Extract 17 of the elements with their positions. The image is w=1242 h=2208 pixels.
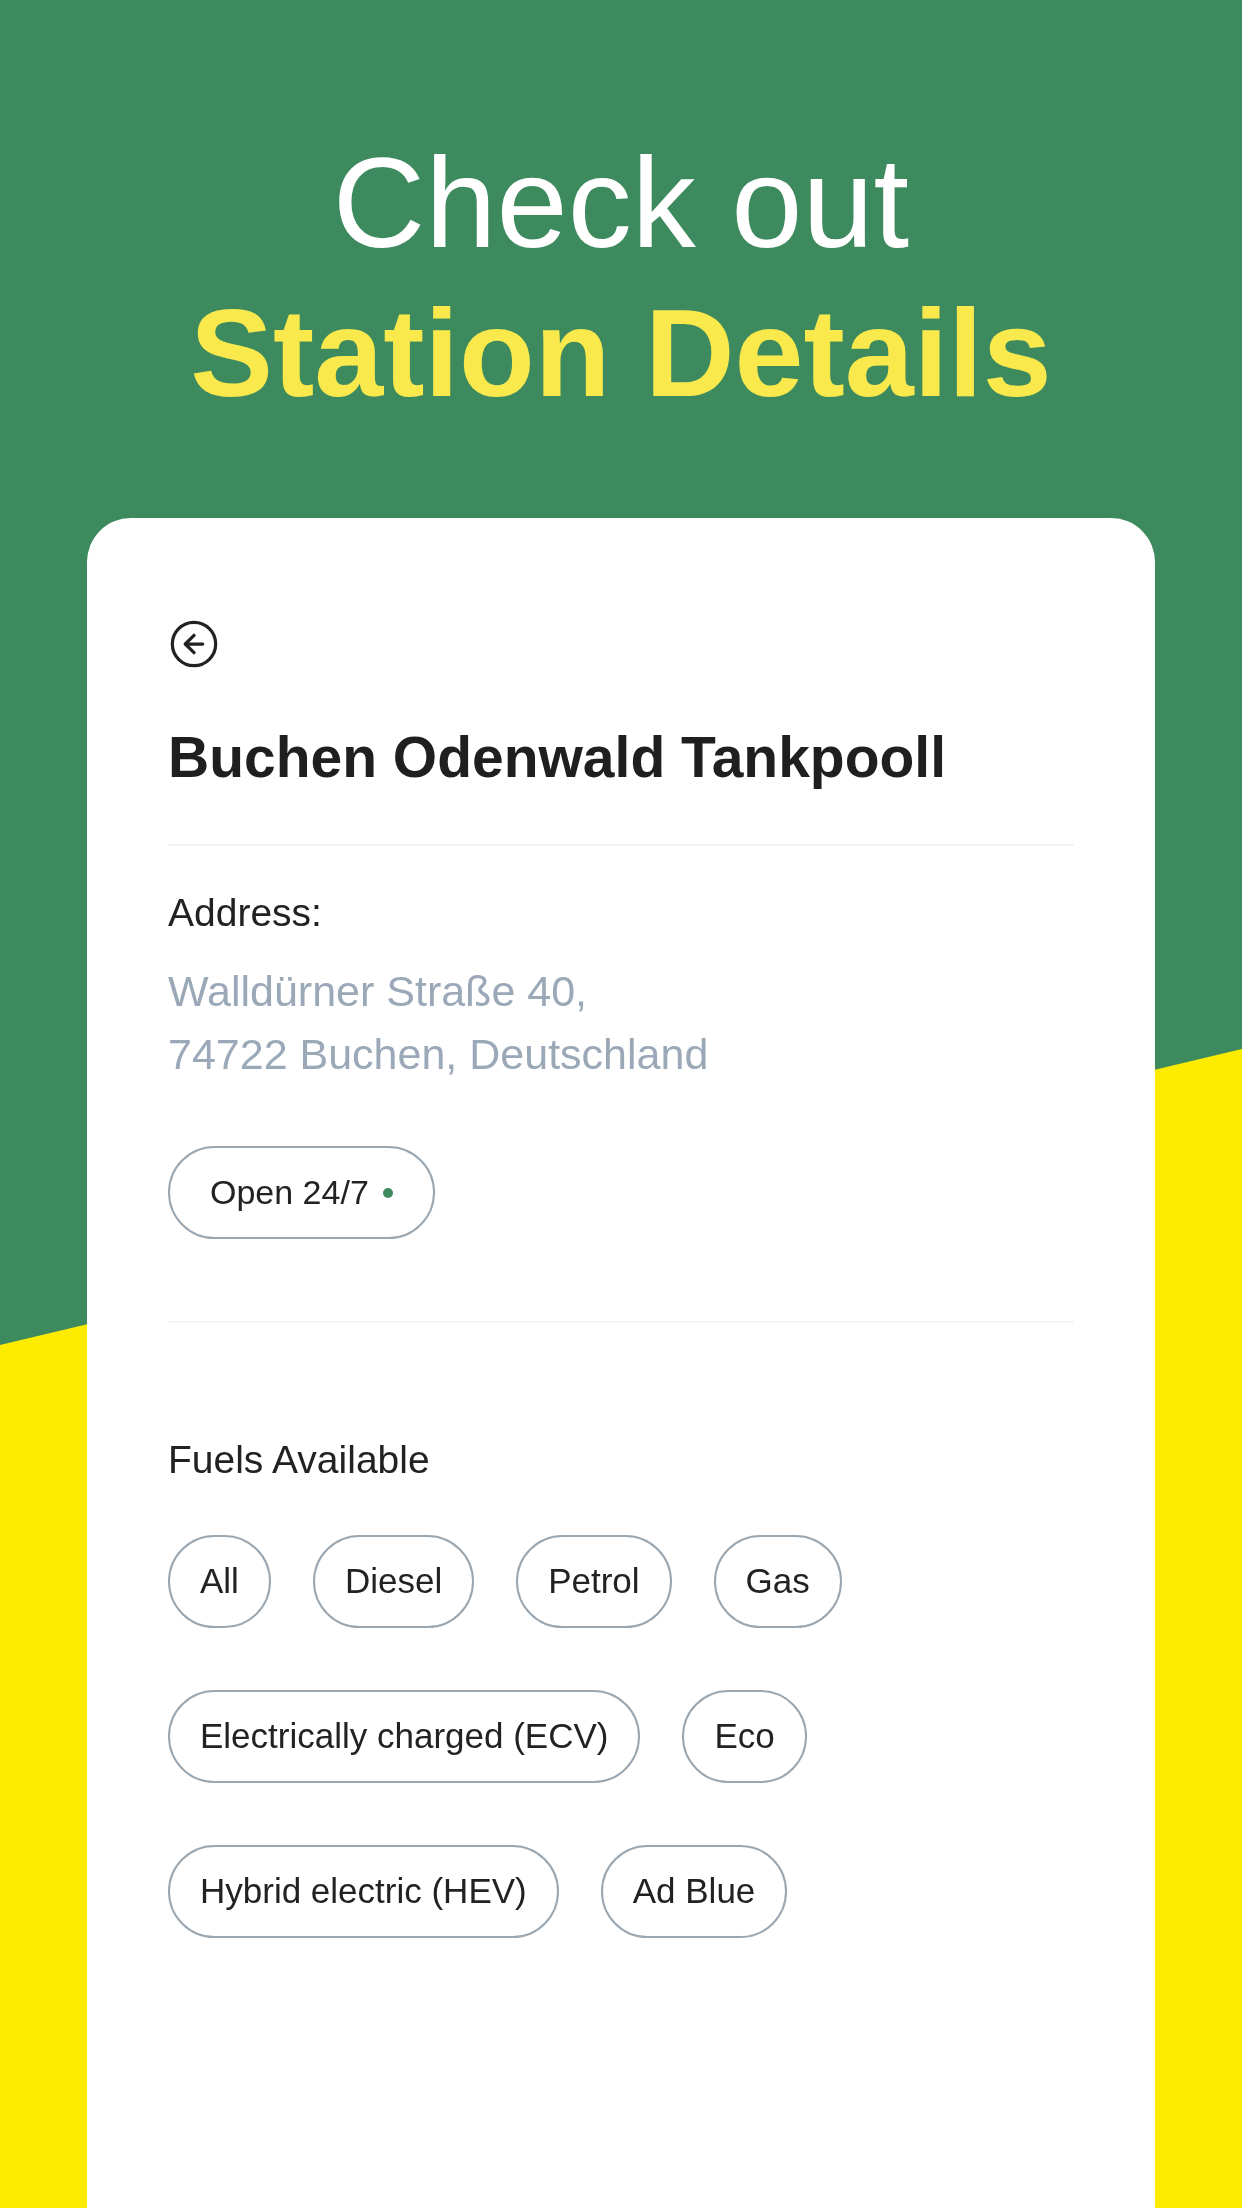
address-label: Address: [168,890,323,936]
address-line: 74722 Buchen, Deutschland [168,1029,710,1080]
fuel-chip[interactable]: Diesel [312,1535,475,1628]
fuel-chip[interactable]: Hybrid electric (HEV) [168,1845,559,1938]
headline-text: Check out [332,130,910,276]
fuel-chip[interactable]: Gas [713,1535,842,1628]
address-line: Walldürner Straße 40, [168,966,589,1017]
fuel-chip[interactable]: Ad Blue [600,1845,788,1938]
headline-highlight: Station Details [190,283,1052,424]
station-name: Buchen Odenwald Tankpooll [168,724,947,791]
status-text: Open 24/7 [210,1172,369,1213]
fuel-chip[interactable]: Eco [682,1690,807,1783]
fuel-chip[interactable]: Electrically charged (ECV) [168,1690,641,1783]
fuels-title: Fuels Available [168,1437,431,1483]
fuel-chip[interactable]: Petrol [516,1535,672,1628]
fuel-chip[interactable]: All [168,1535,271,1628]
back-icon[interactable] [168,618,220,670]
